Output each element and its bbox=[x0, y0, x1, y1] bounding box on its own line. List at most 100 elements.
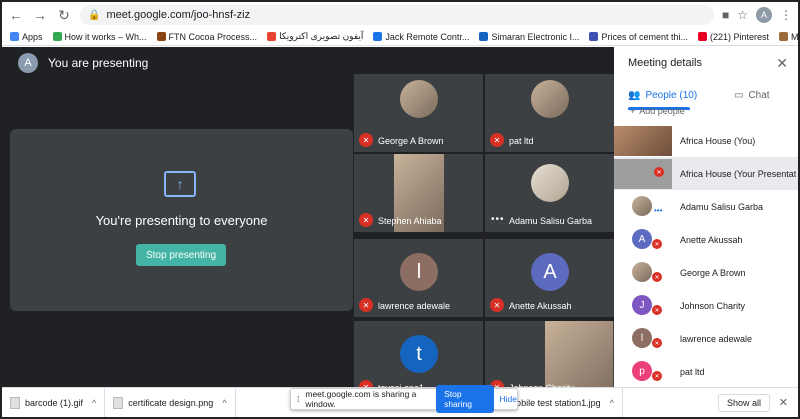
download-item[interactable]: barcode (1).gif ^ bbox=[2, 387, 106, 417]
sharing-text: meet.google.com is sharing a window. bbox=[305, 389, 417, 409]
bookmark-label: Apps bbox=[22, 31, 43, 42]
participant-name: Adamu Salisu Garba bbox=[680, 201, 764, 212]
participant-row[interactable]: l ✕ lawrence adewale bbox=[614, 322, 798, 355]
bookmark-item[interactable]: Prices of cement thi... bbox=[589, 32, 688, 42]
file-icon bbox=[113, 396, 124, 409]
participant-tile[interactable]: l ✕ lawrence adewale bbox=[354, 239, 483, 317]
download-item[interactable]: certificate design.png ^ bbox=[105, 387, 236, 417]
forward-icon[interactable]: → bbox=[30, 5, 50, 25]
bookmark-icon bbox=[779, 32, 789, 41]
mic-off-icon: ✕ bbox=[652, 305, 662, 315]
participant-avatar: p bbox=[632, 361, 652, 381]
camera-icon[interactable]: ■ bbox=[722, 8, 729, 22]
panel-title: Meeting details bbox=[628, 57, 702, 69]
participant-name: George A Brown bbox=[680, 267, 746, 278]
bookmark-item[interactable]: Simaran Electronic I... bbox=[479, 32, 579, 42]
bookmark-label: آیفون تصویری اکترویکا bbox=[279, 31, 364, 41]
bookmark-icon bbox=[156, 32, 166, 41]
bookmark-item[interactable]: آیفون تصویری اکترویکا bbox=[267, 31, 363, 42]
presenting-label: You are presenting bbox=[48, 56, 149, 70]
tab-people[interactable]: 👥 People (10) bbox=[628, 81, 697, 109]
stop-sharing-button[interactable]: Stop sharing bbox=[436, 385, 494, 413]
bookmark-item[interactable]: How it works – Wh... bbox=[52, 31, 147, 42]
participant-name: Anette Akussah bbox=[509, 301, 572, 311]
mic-off-icon: ✕ bbox=[490, 133, 504, 147]
back-icon[interactable]: ← bbox=[6, 5, 26, 25]
bookmark-item[interactable]: (221) Pinterest bbox=[698, 32, 769, 42]
close-icon[interactable]: ✕ bbox=[776, 55, 788, 72]
mute-icon: ✕ bbox=[654, 167, 664, 177]
show-all-button[interactable]: Show all bbox=[717, 394, 770, 412]
participant-avatar: l bbox=[400, 253, 438, 291]
download-name: mobile test station1.jpg bbox=[508, 397, 601, 408]
presenting-header: A You are presenting bbox=[18, 53, 148, 73]
lock-icon: 🔒 bbox=[88, 9, 101, 21]
mic-off-icon: ✕ bbox=[490, 298, 504, 312]
bookmark-item[interactable]: MILITARY PRODUC... bbox=[779, 32, 798, 42]
participant-tile[interactable]: ✕ pat ltd bbox=[485, 74, 614, 152]
bookmark-icon bbox=[589, 32, 599, 41]
hide-button[interactable]: Hide bbox=[500, 394, 517, 404]
chevron-up-icon[interactable]: ^ bbox=[222, 398, 226, 408]
participant-photo bbox=[400, 80, 438, 118]
stop-presenting-button[interactable]: Stop presenting bbox=[136, 244, 226, 266]
participant-name: Anette Akussah bbox=[680, 234, 743, 245]
drag-handle-icon[interactable]: ⁞ bbox=[297, 394, 299, 404]
reload-icon[interactable]: ↻ bbox=[54, 5, 74, 25]
mic-off-icon: ✕ bbox=[359, 213, 373, 227]
meeting-details-panel: Meeting details ✕ 👥 People (10) ▭ Chat +… bbox=[614, 47, 798, 387]
chevron-up-icon[interactable]: ^ bbox=[610, 398, 614, 408]
star-icon[interactable]: ☆ bbox=[737, 8, 748, 22]
sharing-banner: ⁞ meet.google.com is sharing a window. S… bbox=[290, 385, 518, 413]
bookmarks-bar: Apps How it works – Wh... FTN Cocoa Proces… bbox=[2, 28, 798, 46]
add-people-label: Add people bbox=[639, 106, 685, 116]
bookmark-label: (221) Pinterest bbox=[710, 31, 770, 42]
present-screen-icon: ↑ bbox=[164, 171, 196, 197]
participant-tile[interactable]: ✕ George A Brown bbox=[354, 74, 483, 152]
participant-row[interactable]: A ✕ Anette Akussah bbox=[614, 223, 798, 256]
participant-row[interactable]: Africa House (You) bbox=[614, 124, 798, 157]
participant-name: Johnson Charity bbox=[680, 300, 746, 311]
tab-chat-label: Chat bbox=[748, 89, 770, 101]
bookmark-icon bbox=[267, 32, 277, 41]
participant-photo bbox=[632, 262, 652, 282]
participant-avatar: A bbox=[632, 229, 652, 249]
participant-thumbnail bbox=[614, 126, 672, 156]
profile-avatar[interactable]: A bbox=[756, 7, 772, 23]
participant-tile[interactable]: ✕ Stephen Ahiaba bbox=[354, 154, 483, 232]
participant-row[interactable]: ••• Adamu Salisu Garba bbox=[614, 190, 798, 223]
bookmark-icon bbox=[10, 32, 19, 41]
bookmark-label: Jack Remote Contr... bbox=[385, 31, 470, 42]
chevron-up-icon[interactable]: ^ bbox=[92, 398, 96, 408]
people-icon: 👥 bbox=[628, 89, 641, 101]
toolbar-right: ■ ☆ A ⋮ bbox=[722, 7, 792, 23]
tab-chat[interactable]: ▭ Chat bbox=[734, 81, 770, 109]
presenting-title: You're presenting to everyone bbox=[95, 213, 268, 228]
close-icon[interactable]: ✕ bbox=[779, 396, 788, 409]
download-name: barcode (1).gif bbox=[25, 397, 84, 408]
participant-avatar: t bbox=[400, 335, 438, 373]
bookmark-item[interactable]: Apps bbox=[10, 32, 43, 42]
address-bar[interactable]: 🔒 meet.google.com/joo-hnsf-ziz bbox=[80, 5, 714, 25]
participant-row[interactable]: ✕ George A Brown bbox=[614, 256, 798, 289]
bookmark-icon bbox=[698, 32, 708, 41]
participant-row[interactable]: ✕ Africa House (Your Presentatio... bbox=[614, 157, 798, 190]
file-icon bbox=[10, 396, 20, 409]
add-people-button[interactable]: + Add people bbox=[630, 106, 685, 116]
bookmark-item[interactable]: FTN Cocoa Process... bbox=[156, 32, 257, 42]
participant-tile[interactable]: ••• Adamu Salisu Garba bbox=[485, 154, 614, 232]
participant-name: George A Brown bbox=[378, 136, 444, 146]
menu-icon[interactable]: ⋮ bbox=[780, 8, 792, 22]
mic-off-icon: ✕ bbox=[359, 133, 373, 147]
participant-row[interactable]: p ✕ pat ltd bbox=[614, 355, 798, 388]
participant-name: Africa House (Your Presentatio... bbox=[680, 168, 796, 179]
participant-photo bbox=[632, 196, 652, 216]
presentation-card: ↑ You're presenting to everyone Stop pre… bbox=[10, 129, 353, 311]
bookmark-label: How it works – Wh... bbox=[64, 31, 147, 42]
participant-name: Adamu Salisu Garba bbox=[509, 216, 593, 226]
participant-tile[interactable]: A ✕ Anette Akussah bbox=[485, 239, 614, 317]
speaking-icon: ••• bbox=[654, 206, 663, 215]
bookmark-label: Simaran Electronic I... bbox=[491, 31, 580, 42]
participant-row[interactable]: J ✕ Johnson Charity bbox=[614, 289, 798, 322]
bookmark-item[interactable]: Jack Remote Contr... bbox=[373, 32, 469, 42]
